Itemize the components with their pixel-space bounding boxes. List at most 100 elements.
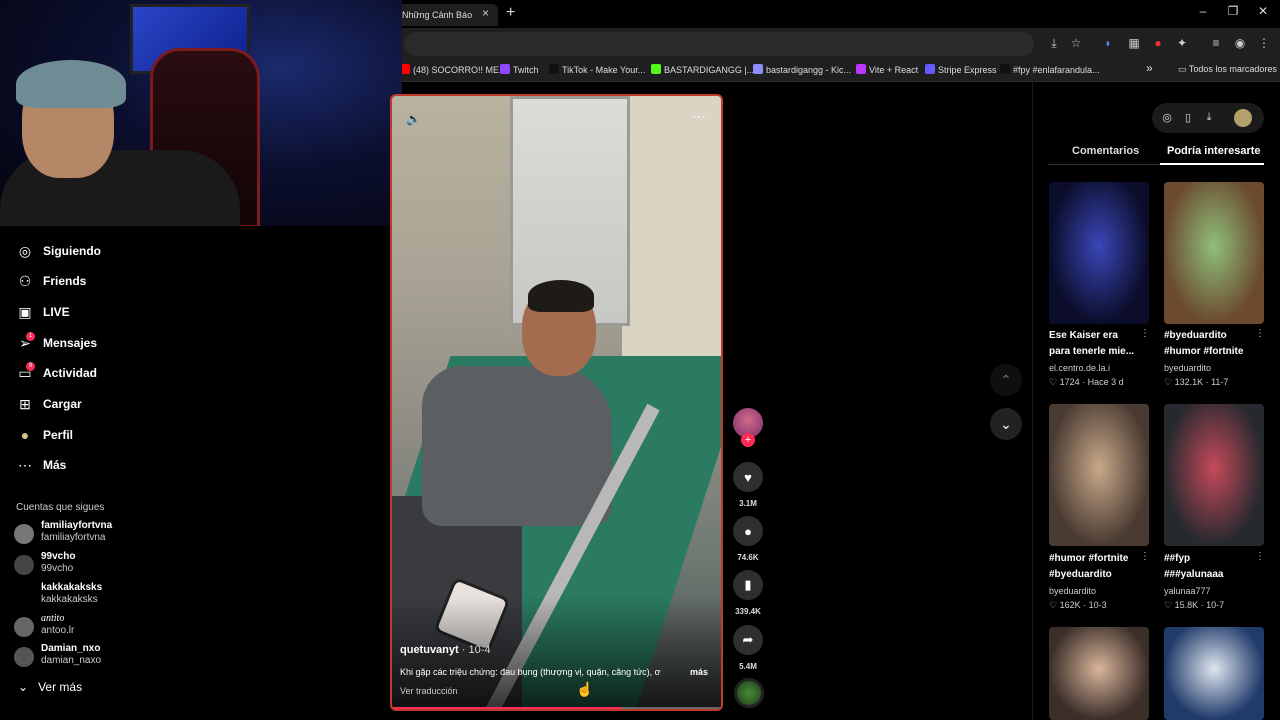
card-more-icon[interactable]: ⋮ — [1140, 328, 1150, 339]
card-title[interactable]: #byeduardito — [1049, 567, 1145, 583]
video-author[interactable]: quetuvanyt · 10-4 — [400, 644, 490, 656]
video-thumbnail[interactable] — [1164, 182, 1264, 324]
chevron-down-icon: ⌄ — [18, 680, 32, 694]
comment-icon: ● — [744, 523, 752, 539]
messages-badge: 1 — [26, 332, 35, 341]
active-tab-indicator — [1160, 163, 1264, 165]
comment-button[interactable]: ● — [733, 516, 763, 546]
next-video-button[interactable]: ⌄ — [990, 408, 1022, 440]
see-more-button[interactable]: ⌄ Ver más — [18, 680, 82, 694]
bookmark-item[interactable]: (48) SOCORRO!! ME... — [400, 64, 507, 75]
webcam-overlay — [0, 0, 402, 226]
bookmark-item[interactable]: Vite + React — [856, 64, 918, 75]
avatar — [14, 617, 34, 637]
card-author[interactable]: el.centro.de.la.i — [1049, 363, 1110, 373]
like-button[interactable]: ♥ — [733, 462, 763, 492]
video-thumbnail[interactable] — [1049, 404, 1149, 546]
bookmark-favicon — [500, 64, 510, 74]
bookmark-star-icon[interactable]: ☆ — [1068, 36, 1084, 50]
tab-podria-interesarte[interactable]: Podría interesarte — [1167, 145, 1261, 157]
bookmark-item[interactable]: TikTok - Make Your... — [549, 64, 645, 75]
nav-siguiendo[interactable]: ◎ Siguiendo — [16, 241, 101, 261]
avatar — [14, 555, 34, 575]
all-bookmarks-button[interactable]: ▭ Todos los marcadores — [1178, 64, 1277, 75]
video-date: · 10-4 — [458, 644, 491, 656]
download-icon[interactable]: ⤓ — [1202, 111, 1216, 124]
volume-icon[interactable]: 🔈 — [406, 112, 421, 126]
video-scene-hair — [528, 280, 594, 312]
card-meta: ♡ 1724 · Hace 3 d — [1049, 377, 1124, 387]
card-title[interactable]: #humor #fortnite — [1164, 344, 1260, 360]
video-thumbnail[interactable] — [1164, 404, 1264, 546]
avatar[interactable] — [1234, 109, 1252, 127]
video-thumbnail[interactable] — [1049, 627, 1149, 720]
more-icon: ⋯ — [18, 456, 32, 473]
tab-title: Những Cảnh Báo — [402, 10, 473, 20]
follow-plus-icon[interactable]: + — [741, 433, 755, 447]
more-options-icon[interactable]: ⋯ — [692, 108, 706, 125]
card-author[interactable]: yalunaa777 — [1164, 586, 1211, 596]
close-window-icon[interactable]: ✕ — [1248, 4, 1278, 18]
card-author[interactable]: byeduardito — [1049, 586, 1096, 596]
right-panel — [1032, 82, 1280, 720]
previous-video-button[interactable]: ⌃ — [990, 364, 1022, 396]
music-disc[interactable] — [734, 678, 764, 708]
compass-icon[interactable]: ◎ — [1160, 111, 1174, 124]
bookmark-favicon — [1000, 64, 1010, 74]
card-title[interactable]: ##fyp — [1164, 551, 1260, 567]
bookmark-item[interactable]: Stripe Express — [925, 64, 997, 75]
video-thumbnail[interactable] — [1049, 182, 1149, 324]
profile-icon: ● — [20, 427, 30, 443]
avatar — [14, 586, 34, 606]
extension-icon[interactable]: ▦ — [1126, 36, 1142, 50]
media-icon[interactable]: ≡ — [1208, 36, 1224, 50]
mouse-cursor-icon: ☝ — [576, 681, 594, 697]
nav-live[interactable]: ▣ LIVE — [16, 302, 69, 322]
card-title[interactable]: ###yalunaaa — [1164, 567, 1260, 583]
save-button[interactable]: ▮ — [733, 570, 763, 600]
nav-cargar[interactable]: ⊞ Cargar — [16, 394, 82, 414]
heart-icon: ♥ — [744, 469, 752, 485]
video-progress-fill — [392, 707, 622, 709]
extension-icon[interactable]: ● — [1150, 36, 1166, 50]
card-more-icon[interactable]: ⋮ — [1255, 551, 1265, 562]
friends-icon: ⚇ — [18, 272, 32, 289]
profile-avatar-icon[interactable]: ◉ — [1232, 36, 1248, 50]
card-more-icon[interactable]: ⋮ — [1255, 328, 1265, 339]
tab-close-icon[interactable]: × — [482, 6, 489, 20]
translate-button[interactable]: Ver traducción — [400, 686, 458, 696]
nav-perfil[interactable]: ● Perfil — [16, 425, 73, 445]
card-title[interactable]: Ese Kaiser era — [1049, 328, 1145, 344]
new-tab-icon[interactable]: + — [506, 4, 515, 22]
video-player[interactable]: 🔈 ⋯ quetuvanyt · 10-4 Khi gặp các triệu … — [390, 94, 723, 711]
card-meta: ♡ 15.8K · 10-7 — [1164, 600, 1225, 610]
extensions-puzzle-icon[interactable]: ✦ — [1174, 36, 1190, 50]
share-icon: ➦ — [742, 632, 754, 647]
restore-icon[interactable]: ❐ — [1218, 4, 1248, 18]
bookmark-item[interactable]: Twitch — [500, 64, 539, 75]
bookmarks-overflow-icon[interactable]: » — [1146, 61, 1153, 75]
install-icon[interactable]: ⤓ — [1046, 36, 1062, 51]
live-icon: ▣ — [18, 303, 32, 320]
nav-friends[interactable]: ⚇ Friends — [16, 271, 87, 291]
tab-comments[interactable]: Comentarios — [1072, 145, 1139, 157]
bookmark-item[interactable]: #fpy #enlafarandula... — [1000, 64, 1100, 75]
phone-icon[interactable]: ▯ — [1181, 111, 1195, 124]
bookmark-item[interactable]: BASTARDIGANGG |... — [651, 64, 754, 75]
menu-icon[interactable]: ⋮ — [1256, 36, 1272, 50]
card-meta: ♡ 162K · 10-3 — [1049, 600, 1107, 610]
bookmark-favicon — [753, 64, 763, 74]
extension-icon[interactable]: ◗ — [1100, 36, 1116, 50]
card-title[interactable]: #humor #fortnite — [1049, 551, 1145, 567]
video-thumbnail[interactable] — [1164, 627, 1264, 720]
card-title[interactable]: #byeduardito — [1164, 328, 1260, 344]
caption-more-button[interactable]: más — [690, 667, 708, 677]
card-author[interactable]: byeduardito — [1164, 363, 1211, 373]
bookmark-item[interactable]: bastardigangg - Kic... — [753, 64, 851, 75]
card-more-icon[interactable]: ⋮ — [1140, 551, 1150, 562]
nav-mas[interactable]: ⋯ Más — [16, 455, 66, 475]
share-button[interactable]: ➦ — [733, 625, 763, 655]
address-bar[interactable] — [404, 32, 1034, 56]
minimize-icon[interactable]: – — [1188, 4, 1218, 18]
card-title[interactable]: para tenerle mie... — [1049, 344, 1145, 360]
